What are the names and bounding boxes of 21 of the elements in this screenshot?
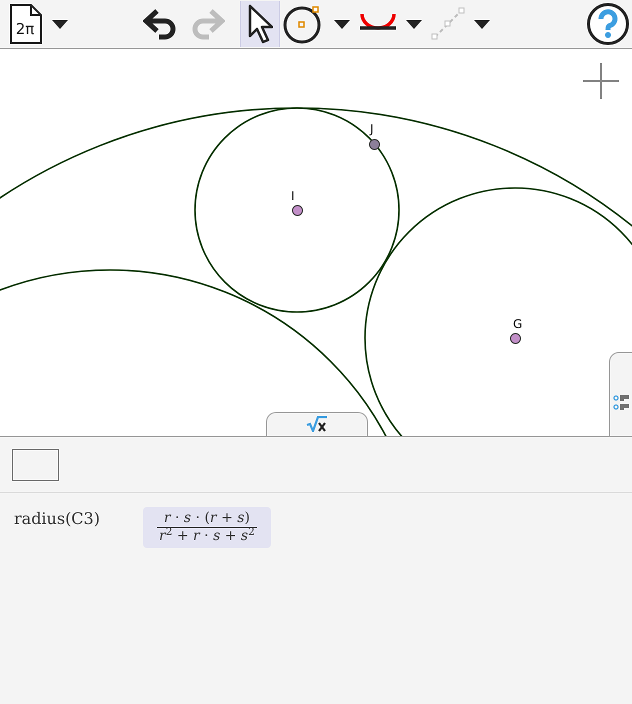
move-tool-button[interactable] — [240, 1, 280, 47]
point-label: I — [291, 190, 295, 202]
caret-icon[interactable] — [406, 20, 422, 28]
input-field[interactable] — [12, 448, 59, 480]
algebra-input[interactable]: radius(C3) — [14, 507, 143, 531]
arrow-pointer-icon — [247, 4, 273, 44]
segment-icon — [431, 7, 465, 41]
help-icon[interactable] — [586, 2, 630, 46]
point[interactable] — [510, 332, 520, 344]
point-label: J — [370, 123, 374, 135]
square-root-icon — [306, 416, 328, 432]
keyboard-tab[interactable] — [266, 412, 368, 436]
caret-icon[interactable] — [334, 20, 350, 28]
list-icon — [613, 392, 631, 412]
plus-icon[interactable] — [583, 63, 619, 99]
point-label: G — [513, 318, 522, 330]
point[interactable] — [368, 138, 380, 150]
caret-icon[interactable] — [52, 20, 68, 28]
point[interactable] — [292, 204, 302, 216]
fraction-numerator: r · s · (r + s) — [162, 510, 251, 527]
graphics-view[interactable]: I J G — [0, 49, 632, 436]
